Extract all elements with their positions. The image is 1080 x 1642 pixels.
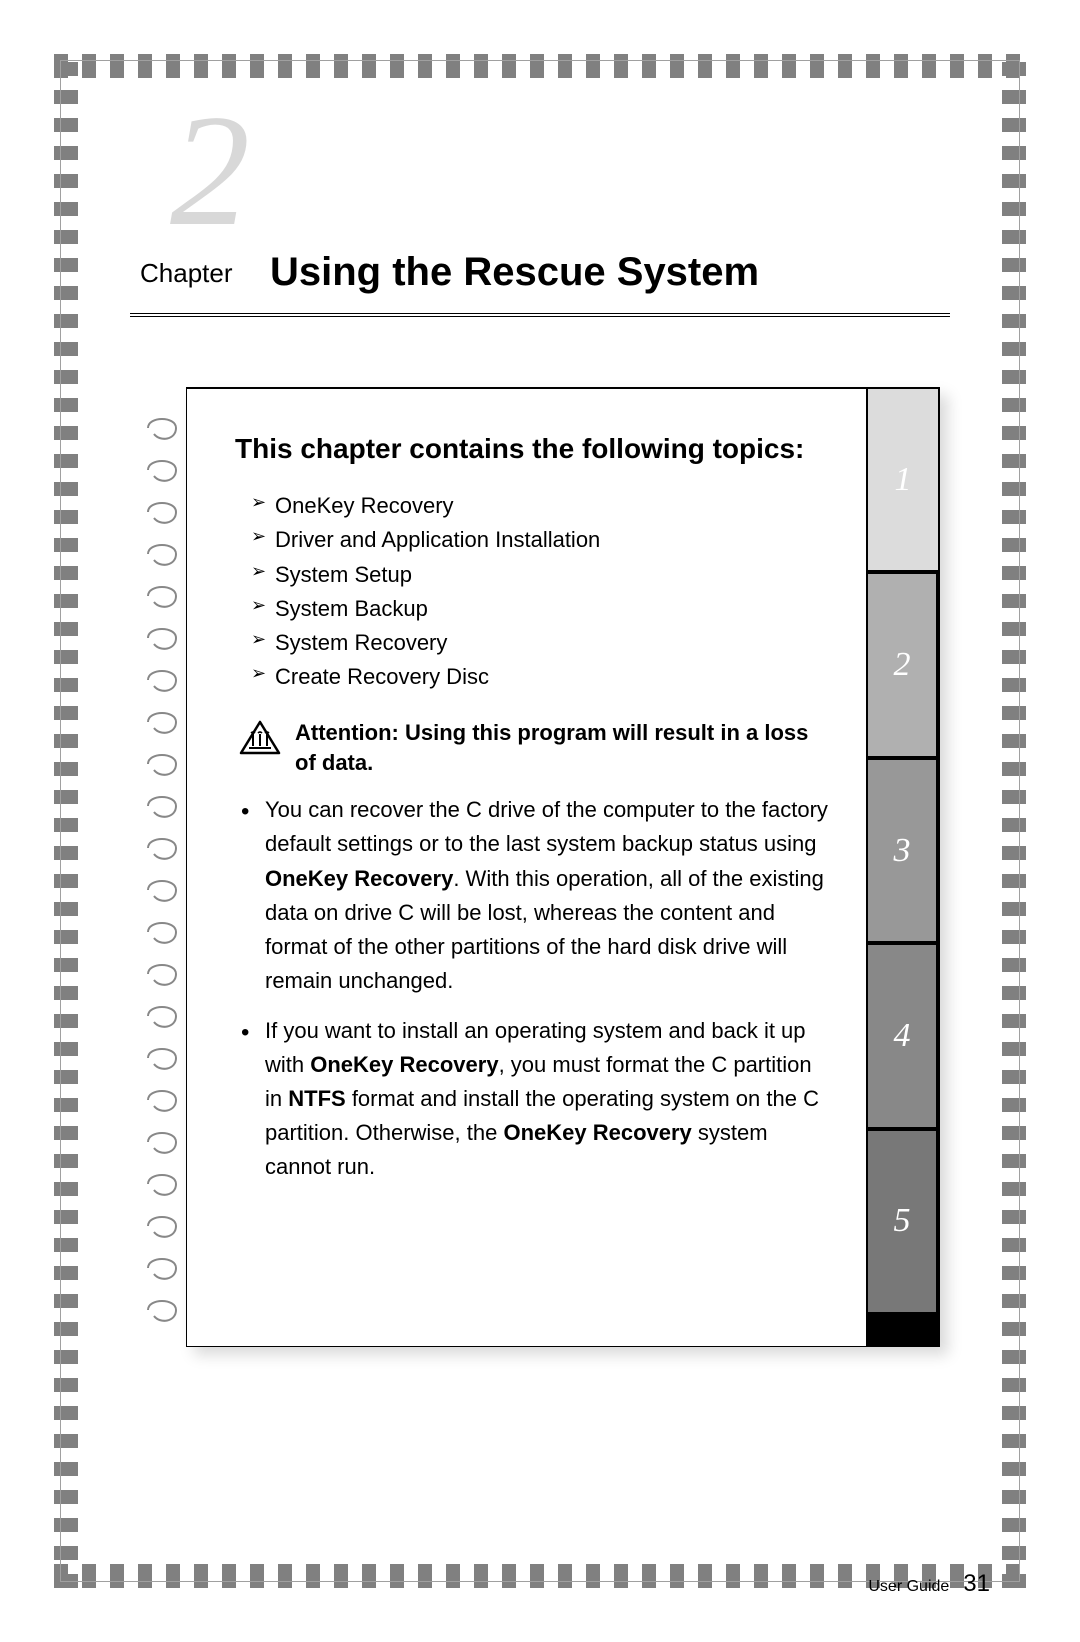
- topic-item: System Backup: [251, 592, 828, 626]
- spiral-loop: [142, 449, 182, 491]
- body-bold: NTFS: [288, 1086, 345, 1111]
- body-text: You can recover the C drive of the compu…: [265, 797, 828, 856]
- footer-label: User Guide: [868, 1578, 949, 1596]
- tab-label: 4: [894, 1017, 911, 1055]
- chapter-header: 2 Chapter Using the Rescue System: [130, 110, 950, 317]
- topics-heading: This chapter contains the following topi…: [235, 431, 828, 467]
- spiral-loop: [142, 911, 182, 953]
- spiral-loop: [142, 1205, 182, 1247]
- topic-item: OneKey Recovery: [251, 489, 828, 523]
- topics-list: OneKey Recovery Driver and Application I…: [251, 489, 828, 694]
- tab-label: 3: [894, 832, 911, 870]
- spiral-loop: [142, 533, 182, 575]
- body-bold: OneKey Recovery: [265, 866, 453, 891]
- body-bullet: If you want to install an operating syst…: [239, 1014, 828, 1184]
- tab-gap: [866, 1314, 938, 1346]
- topic-item: System Recovery: [251, 626, 828, 660]
- footer-page-number: 31: [963, 1570, 990, 1598]
- chapter-number: 2: [170, 90, 250, 250]
- topic-item: Create Recovery Disc: [251, 660, 828, 694]
- spiral-loop: [142, 491, 182, 533]
- spiral-loop: [142, 953, 182, 995]
- warning-heat-icon: [239, 720, 281, 761]
- spiral-loop: [142, 1163, 182, 1205]
- tab-label: 5: [894, 1202, 911, 1240]
- page-footer: User Guide 31: [868, 1570, 990, 1598]
- chapter-title: Using the Rescue System: [270, 110, 950, 295]
- notebook-card: 1 2 3 4 5 This chapter contains the foll…: [150, 387, 940, 1347]
- spiral-loop: [142, 1247, 182, 1289]
- spiral-loop: [142, 743, 182, 785]
- notebook-page: 1 2 3 4 5 This chapter contains the foll…: [186, 387, 940, 1347]
- spiral-loop: [142, 1079, 182, 1121]
- tab-3[interactable]: 3: [868, 760, 936, 941]
- body-bold: OneKey Recovery: [503, 1120, 691, 1145]
- spiral-loop: [142, 785, 182, 827]
- section-tabs: 1 2 3 4 5: [866, 389, 938, 1346]
- topic-item: System Setup: [251, 558, 828, 592]
- spiral-loop: [142, 617, 182, 659]
- page-content: 2 Chapter Using the Rescue System: [60, 60, 1020, 1582]
- spiral-loop: [142, 827, 182, 869]
- chapter-label: Chapter: [140, 258, 233, 289]
- tab-1[interactable]: 1: [868, 389, 938, 570]
- spiral-loop: [142, 1121, 182, 1163]
- spiral-loop: [142, 1289, 182, 1331]
- topic-item: Driver and Application Installation: [251, 523, 828, 557]
- spiral-loop: [142, 575, 182, 617]
- spiral-binding: [142, 407, 192, 1331]
- spiral-loop: [142, 1037, 182, 1079]
- body-bullet: You can recover the C drive of the compu…: [239, 793, 828, 998]
- body-bold: OneKey Recovery: [310, 1052, 498, 1077]
- tab-2[interactable]: 2: [868, 574, 936, 755]
- tab-4[interactable]: 4: [868, 945, 936, 1126]
- attention-text: Attention: Using this program will resul…: [295, 718, 828, 777]
- spiral-loop: [142, 407, 182, 449]
- tab-label: 1: [895, 461, 912, 499]
- tab-5[interactable]: 5: [868, 1131, 936, 1312]
- attention-callout: Attention: Using this program will resul…: [239, 718, 828, 777]
- spiral-loop: [142, 701, 182, 743]
- spiral-loop: [142, 659, 182, 701]
- tab-label: 2: [894, 646, 911, 684]
- spiral-loop: [142, 869, 182, 911]
- body-bullets: You can recover the C drive of the compu…: [239, 793, 828, 1184]
- spiral-loop: [142, 995, 182, 1037]
